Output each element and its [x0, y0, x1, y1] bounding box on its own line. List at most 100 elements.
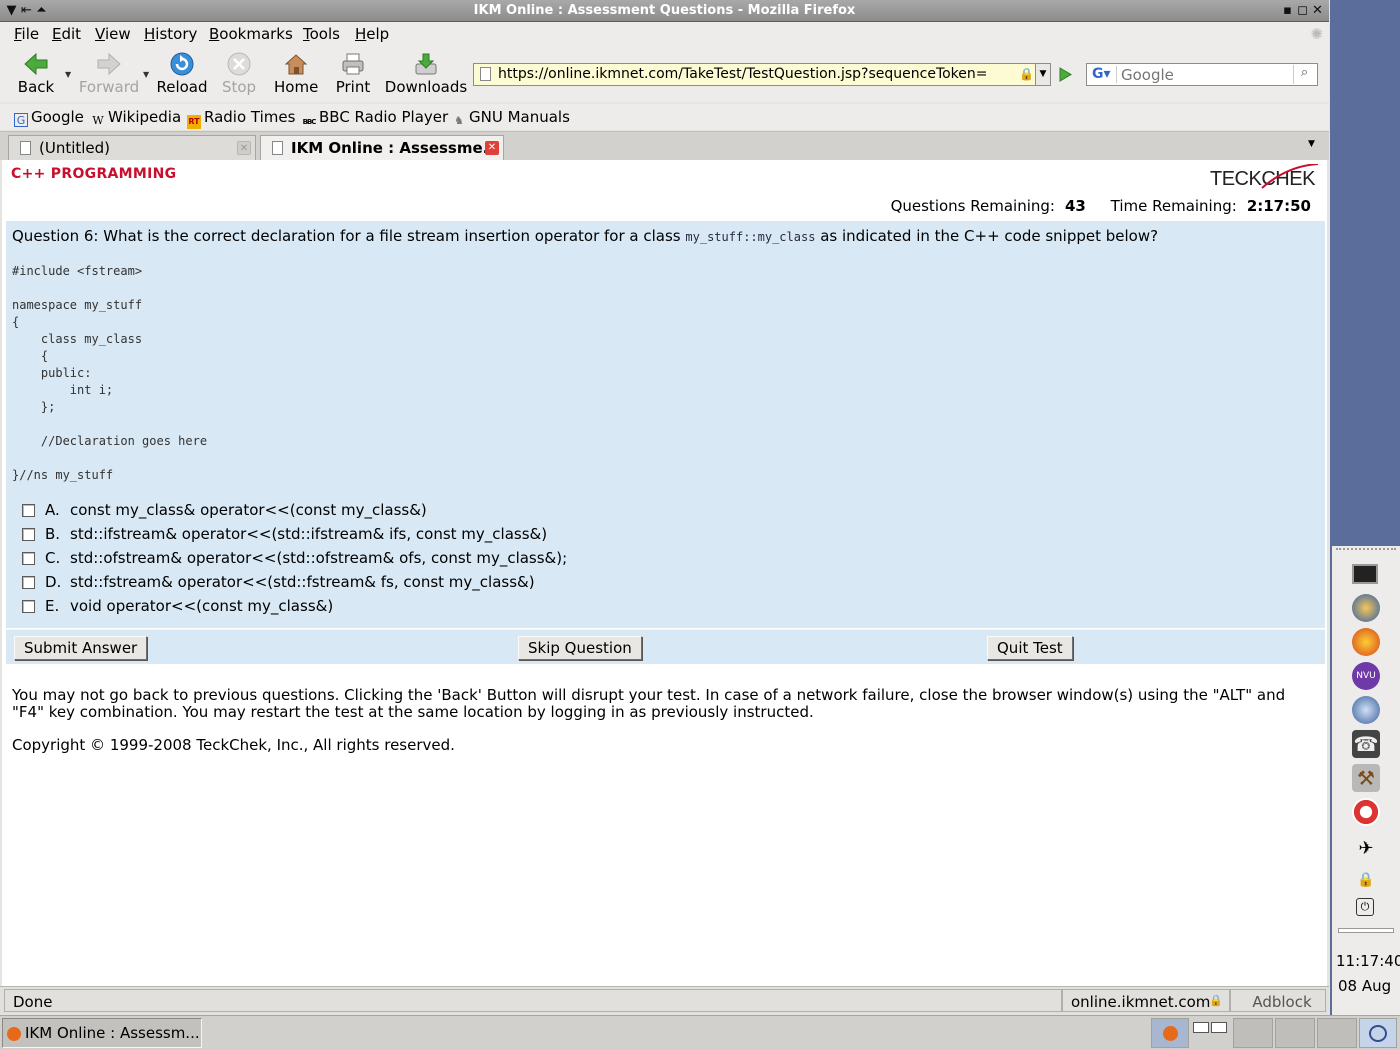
radio-times-icon: RT — [187, 115, 201, 129]
answer-option-e[interactable]: E. void operator<<(const my_class&) — [22, 597, 333, 615]
url-bar[interactable]: https://online.ikmnet.com/TakeTest/TestQ… — [473, 63, 1041, 86]
forward-button[interactable]: Forward — [78, 50, 140, 96]
tools-icon[interactable]: ⚒ — [1352, 764, 1380, 792]
bbc-icon: BBC — [302, 118, 317, 126]
tray-show-desktop[interactable] — [1359, 1018, 1397, 1048]
option-letter: E. — [45, 597, 60, 615]
thunderbird-icon[interactable] — [1352, 594, 1380, 622]
answer-checkbox[interactable] — [22, 528, 35, 541]
tab-ikm-online[interactable]: IKM Online : Assessme... ✕ — [260, 135, 504, 160]
search-bar[interactable]: G▾ ⌕ — [1086, 63, 1318, 86]
questions-remaining-value: 43 — [1064, 197, 1086, 215]
question-panel: Question 6: What is the correct declarat… — [6, 221, 1325, 628]
downloads-button[interactable]: Downloads — [384, 50, 468, 96]
menu-tools[interactable]: Tools — [303, 25, 340, 43]
skip-question-button[interactable]: Skip Question — [518, 636, 642, 660]
status-bar: Done online.ikmnet.com 🔒 Adblock — [0, 986, 1329, 1014]
menu-help[interactable]: Help — [355, 25, 389, 43]
menu-view[interactable]: View — [95, 25, 131, 43]
close-tab-icon[interactable]: ✕ — [485, 141, 499, 155]
minimize-icon[interactable]: ▪ — [1280, 3, 1295, 18]
back-label: Back — [17, 78, 55, 96]
bookmark-bbc-radio-player[interactable]: BBC BBC Radio Player — [302, 108, 449, 129]
search-engine-icon[interactable]: G▾ — [1089, 66, 1117, 83]
padlock-icon[interactable]: 🔒 — [1019, 67, 1034, 81]
lock-screen-icon[interactable]: 🔒 — [1356, 872, 1376, 892]
dock-handle[interactable] — [1336, 548, 1396, 550]
test-notice: You may not go back to previous question… — [12, 686, 1286, 721]
firefox-icon[interactable] — [1352, 628, 1380, 656]
menu-history[interactable]: History — [144, 25, 197, 43]
answer-checkbox[interactable] — [22, 552, 35, 565]
question-class-name: my_stuff::my_class — [685, 230, 816, 244]
padlock-icon[interactable]: 🔒 — [1209, 994, 1223, 1007]
volume-slider[interactable] — [1338, 928, 1394, 933]
answer-option-d[interactable]: D. std::fstream& operator<<(std::fstream&… — [22, 573, 535, 591]
window-title: IKM Online : Assessment Questions - Mozi… — [473, 3, 856, 18]
side-dock: NVU ☎ ⚒ ✈ 🔒 ⏻ 11:17:40 08 Aug — [1330, 0, 1400, 1015]
answer-option-a[interactable]: A. const my_class& operator<<(const my_cl… — [22, 501, 427, 519]
bookmark-gnu-manuals[interactable]: ♞ GNU Manuals — [452, 108, 570, 128]
go-button[interactable] — [1054, 63, 1076, 86]
menu-bookmarks[interactable]: Bookmarks — [209, 25, 293, 43]
answer-option-b[interactable]: B. std::ifstream& operator<<(std::ifstrea… — [22, 525, 547, 543]
home-button[interactable]: Home — [274, 50, 318, 96]
workspace-1[interactable] — [1193, 1022, 1209, 1033]
forward-history-dropdown-icon[interactable]: ▼ — [143, 70, 149, 79]
help-lifebuoy-icon[interactable] — [1352, 798, 1380, 826]
bookmark-google[interactable]: G Google — [14, 108, 84, 127]
power-icon[interactable]: ⏻ — [1356, 898, 1374, 916]
tray-firefox-launcher[interactable] — [1151, 1018, 1189, 1048]
desktop-icon — [1369, 1025, 1387, 1042]
bookmark-wikipedia[interactable]: W Wikipedia — [91, 108, 181, 128]
search-icon[interactable]: ⌕ — [1293, 65, 1315, 84]
google-icon: G — [14, 113, 28, 127]
answer-checkbox[interactable] — [22, 600, 35, 613]
url-history-dropdown-icon[interactable]: ▼ — [1035, 63, 1051, 86]
wikipedia-icon: W — [92, 114, 104, 127]
quit-test-button[interactable]: Quit Test — [987, 636, 1073, 660]
menu-file[interactable]: File — [14, 25, 39, 43]
status-host[interactable]: online.ikmnet.com 🔒 — [1062, 989, 1230, 1012]
page-content: C++ PROGRAMMING TECKCHEK Questions Remai… — [2, 160, 1327, 986]
tab-list-dropdown-icon[interactable]: ▼ — [1308, 139, 1315, 149]
terminal-icon[interactable] — [1352, 564, 1378, 584]
close-tab-icon[interactable]: ✕ — [237, 141, 251, 155]
window-controls[interactable]: ▪ ◻ ✕ — [1280, 3, 1325, 18]
workspace-2[interactable] — [1211, 1022, 1227, 1033]
go-arrow-icon — [1059, 67, 1072, 82]
test-stats: Questions Remaining: 43 Time Remaining: 2:… — [891, 197, 1311, 215]
forward-arrow-icon — [97, 52, 121, 76]
search-input[interactable] — [1119, 65, 1295, 84]
answer-option-c[interactable]: C. std::ofstream& operator<<(std::ofstrea… — [22, 549, 567, 567]
nvu-icon[interactable]: NVU — [1352, 662, 1380, 690]
stop-button[interactable]: Stop — [220, 50, 258, 96]
menu-edit[interactable]: Edit — [52, 25, 81, 43]
submit-answer-button[interactable]: Submit Answer — [14, 636, 148, 660]
time-remaining-label: Time Remaining: — [1110, 197, 1237, 215]
teckchek-logo: TECKCHEK — [1210, 164, 1318, 191]
window-titlebar[interactable]: ▼ ⇤ ⏶ IKM Online : Assessment Questions - … — [0, 0, 1329, 22]
tab-untitled[interactable]: (Untitled) ✕ — [8, 135, 256, 160]
back-history-dropdown-icon[interactable]: ▼ — [65, 70, 71, 79]
back-button[interactable]: Back — [16, 50, 56, 96]
adblock-button[interactable]: Adblock — [1230, 989, 1326, 1012]
gnu-icon: ♞ — [454, 114, 464, 127]
phone-icon[interactable]: ☎ — [1352, 730, 1380, 758]
option-text: std::ofstream& operator<<(std::ofstream&… — [70, 549, 568, 567]
clock-time: 11:17:40 — [1336, 952, 1400, 970]
bookmark-radio-times[interactable]: RT Radio Times — [187, 108, 295, 129]
workspace-pager[interactable] — [1191, 1018, 1231, 1048]
answer-checkbox[interactable] — [22, 576, 35, 589]
answer-checkbox[interactable] — [22, 504, 35, 517]
reload-button[interactable]: Reload — [156, 50, 208, 96]
network-icon[interactable]: ✈ — [1352, 838, 1380, 860]
close-icon[interactable]: ✕ — [1310, 3, 1325, 18]
code-snippet: #include <fstream> namespace my_stuff { … — [12, 264, 208, 482]
tray-slot — [1317, 1018, 1357, 1048]
maximize-icon[interactable]: ◻ — [1295, 3, 1310, 18]
taskbar-firefox-window[interactable]: IKM Online : Assessm... — [2, 1018, 202, 1048]
page-icon — [480, 67, 491, 81]
print-button[interactable]: Print — [334, 50, 372, 96]
speaker-icon[interactable] — [1352, 696, 1380, 724]
